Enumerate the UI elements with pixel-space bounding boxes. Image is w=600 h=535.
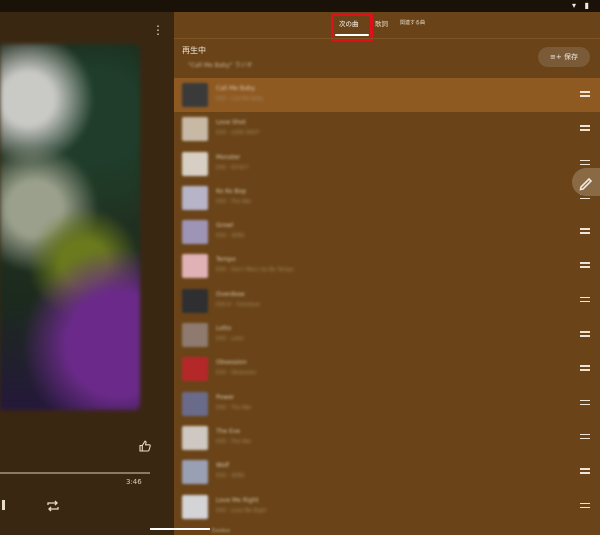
track-title: Power bbox=[216, 393, 235, 401]
queue-row[interactable]: Call Me Baby EXO · Call Me Baby bbox=[174, 78, 600, 113]
track-thumbnail bbox=[182, 357, 208, 382]
track-title: Tempo bbox=[216, 256, 236, 264]
track-title: Growl bbox=[216, 222, 234, 230]
track-artist: EXO · The War bbox=[216, 438, 252, 445]
tab-lyrics[interactable]: 歌詞 bbox=[375, 18, 388, 28]
queue-row[interactable]: Overdose EXO-K · Overdose bbox=[174, 284, 600, 318]
tab-bar: 次の曲 歌詞 関連する曲 bbox=[174, 12, 600, 41]
queue-row[interactable]: Tempo EXO · Don't Mess Up My Tempo bbox=[174, 249, 600, 283]
now-playing-label: 再生中 bbox=[182, 46, 206, 55]
drag-handle-icon[interactable] bbox=[580, 124, 590, 132]
drag-handle-icon[interactable] bbox=[580, 227, 590, 235]
track-thumbnail bbox=[182, 254, 208, 279]
track-title: The Eve bbox=[216, 427, 241, 435]
save-button[interactable]: ≡+ 保存 bbox=[538, 47, 590, 67]
track-title: Monster bbox=[216, 153, 241, 161]
track-artist: EXO · Love Me Right bbox=[216, 507, 267, 514]
track-artist: EXO · The War bbox=[216, 198, 252, 205]
bottom-track-label: Exodus bbox=[212, 528, 230, 534]
track-artist: EXO · The War bbox=[216, 404, 252, 411]
more-options-icon[interactable]: ⋮ bbox=[152, 22, 164, 38]
track-title: Ko Ko Bop bbox=[216, 187, 247, 195]
queue-row[interactable]: Growl EXO · XOXO bbox=[174, 215, 600, 249]
queue-panel: 次の曲 歌詞 関連する曲 再生中 "Call Me Baby" ラジオ ≡+ 保… bbox=[174, 12, 600, 535]
track-thumbnail bbox=[182, 460, 208, 485]
drag-handle-icon[interactable] bbox=[580, 296, 590, 304]
track-thumbnail bbox=[182, 425, 208, 450]
player-panel: ⋮ 3:46 bbox=[0, 12, 174, 535]
queue-row[interactable]: Monster EXO · EX'ACT bbox=[174, 147, 600, 181]
drag-handle-icon[interactable] bbox=[580, 399, 590, 407]
edit-pencil-icon[interactable] bbox=[572, 168, 600, 196]
track-artist: EXO · Obsession bbox=[216, 370, 257, 377]
queue-row[interactable]: Love Shot EXO · LOVE SHOT bbox=[174, 112, 600, 146]
queue-row[interactable]: Power EXO · The War bbox=[174, 387, 600, 421]
track-artist: EXO · LOVE SHOT bbox=[216, 130, 260, 137]
drag-handle-icon[interactable] bbox=[580, 330, 590, 338]
track-thumbnail bbox=[182, 151, 208, 176]
home-indicator bbox=[150, 528, 210, 530]
track-title: Call Me Baby bbox=[216, 85, 256, 92]
track-artist: EXO · EX'ACT bbox=[216, 164, 249, 171]
queue-row[interactable]: Wolf EXO · XOXO bbox=[174, 455, 600, 489]
seek-bar[interactable] bbox=[0, 472, 150, 474]
repeat-icon[interactable] bbox=[45, 498, 61, 512]
status-icons: ▾ ▮ bbox=[572, 1, 592, 10]
tab-related[interactable]: 関連する曲 bbox=[400, 19, 425, 26]
drag-handle-icon[interactable] bbox=[580, 433, 590, 441]
track-duration: 3:46 bbox=[126, 478, 142, 486]
track-artist: EXO · XOXO bbox=[216, 233, 245, 240]
drag-handle-icon[interactable] bbox=[580, 261, 590, 269]
drag-handle-icon[interactable] bbox=[580, 159, 590, 167]
queue-row[interactable]: Love Me Right EXO · Love Me Right bbox=[174, 490, 600, 524]
track-artist: EXO · XOXO bbox=[216, 473, 245, 480]
drag-handle-icon[interactable] bbox=[580, 90, 590, 98]
queue-row[interactable]: The Eve EXO · The War bbox=[174, 421, 600, 455]
track-thumbnail bbox=[182, 288, 208, 313]
drag-handle-icon[interactable] bbox=[580, 502, 590, 510]
highlight-box bbox=[331, 13, 373, 41]
track-thumbnail bbox=[182, 391, 208, 416]
track-thumbnail bbox=[182, 323, 208, 348]
drag-handle-icon[interactable] bbox=[580, 364, 590, 372]
track-thumbnail bbox=[182, 83, 208, 107]
track-artist: EXO-K · Overdose bbox=[216, 301, 261, 308]
drag-handle-icon[interactable] bbox=[580, 467, 590, 475]
track-thumbnail bbox=[182, 494, 208, 519]
track-title: Love Me Right bbox=[216, 496, 259, 504]
previous-button[interactable] bbox=[2, 500, 5, 510]
track-title: Obsession bbox=[216, 359, 247, 367]
queue-row[interactable]: Ko Ko Bop EXO · The War bbox=[174, 181, 600, 215]
track-title: Lotto bbox=[216, 325, 232, 333]
now-playing-header: 再生中 "Call Me Baby" ラジオ ≡+ 保存 bbox=[174, 38, 600, 78]
album-artwork bbox=[0, 44, 140, 410]
track-artist: EXO · Lotto bbox=[216, 336, 244, 343]
thumbs-up-icon[interactable] bbox=[138, 438, 152, 452]
now-playing-subtitle: "Call Me Baby" ラジオ bbox=[188, 62, 253, 69]
track-artist: EXO · Call Me Baby bbox=[216, 96, 264, 102]
track-artist: EXO · Don't Mess Up My Tempo bbox=[216, 267, 294, 274]
track-title: Wolf bbox=[216, 462, 230, 470]
track-thumbnail bbox=[182, 185, 208, 210]
queue-list: Call Me Baby EXO · Call Me Baby Love Sho… bbox=[174, 78, 600, 535]
track-thumbnail bbox=[182, 220, 208, 245]
track-thumbnail bbox=[182, 117, 208, 142]
queue-row[interactable]: Obsession EXO · Obsession bbox=[174, 352, 600, 386]
track-title: Overdose bbox=[216, 290, 245, 298]
queue-row[interactable]: Lotto EXO · Lotto bbox=[174, 318, 600, 352]
track-title: Love Shot bbox=[216, 119, 246, 127]
status-bar: ▾ ▮ bbox=[0, 0, 600, 12]
